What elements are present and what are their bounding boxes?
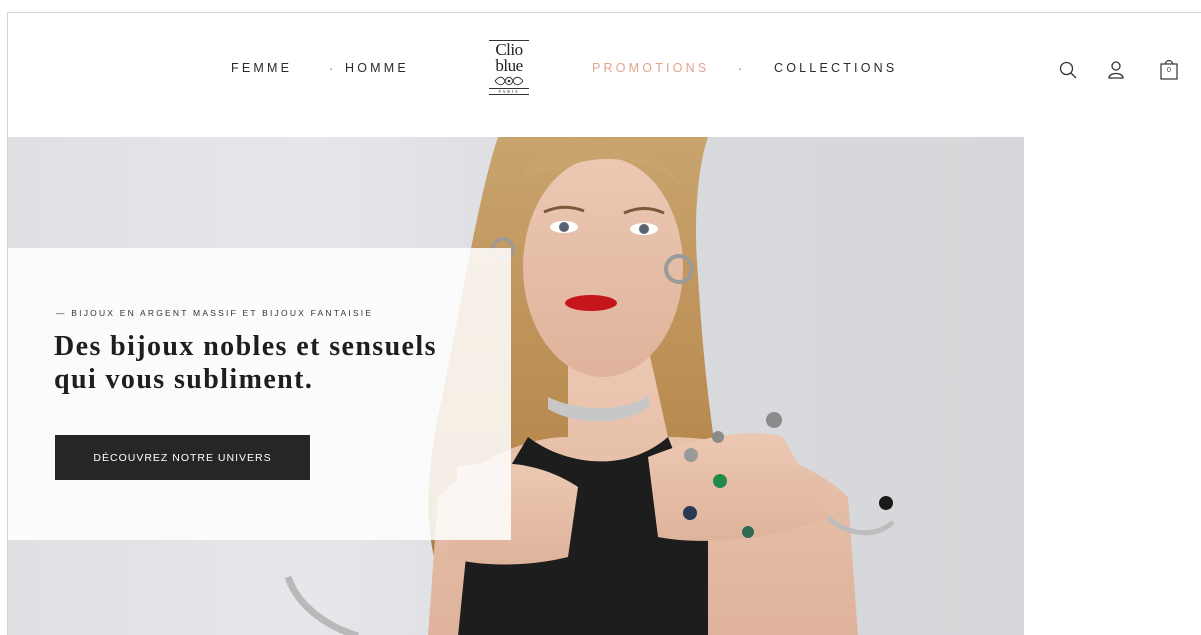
logo-ornament-icon [494,76,524,86]
site-header: FEMME · HOMME Clio blue PARIS PROMOTIONS… [8,13,1201,137]
nav-collections[interactable]: COLLECTIONS [774,61,897,75]
discover-universe-button[interactable]: DÉCOUVREZ NOTRE UNIVERS [55,435,310,480]
nav-homme[interactable]: HOMME [345,61,409,75]
account-icon[interactable] [1105,59,1127,81]
hero-banner: — BIJOUX EN ARGENT MASSIF ET BIJOUX FANT… [8,137,1024,635]
hero-headline: Des bijoux nobles et sensuels qui vous s… [54,331,437,395]
hero-kicker: — BIJOUX EN ARGENT MASSIF ET BIJOUX FANT… [56,308,374,318]
cart-icon[interactable]: 0 [1157,57,1181,81]
search-icon[interactable] [1057,59,1079,81]
logo-text-blue: blue [495,56,523,75]
page-frame: FEMME · HOMME Clio blue PARIS PROMOTIONS… [7,12,1201,635]
nav-separator: · [738,61,743,76]
nav-femme[interactable]: FEMME [231,61,292,75]
cart-count: 0 [1167,67,1171,74]
nav-promotions[interactable]: PROMOTIONS [592,61,709,75]
nav-separator: · [329,61,334,76]
logo-tagline: PARIS [489,88,529,95]
hero-text-panel: — BIJOUX EN ARGENT MASSIF ET BIJOUX FANT… [8,248,511,540]
site-logo[interactable]: Clio blue PARIS [489,40,529,98]
